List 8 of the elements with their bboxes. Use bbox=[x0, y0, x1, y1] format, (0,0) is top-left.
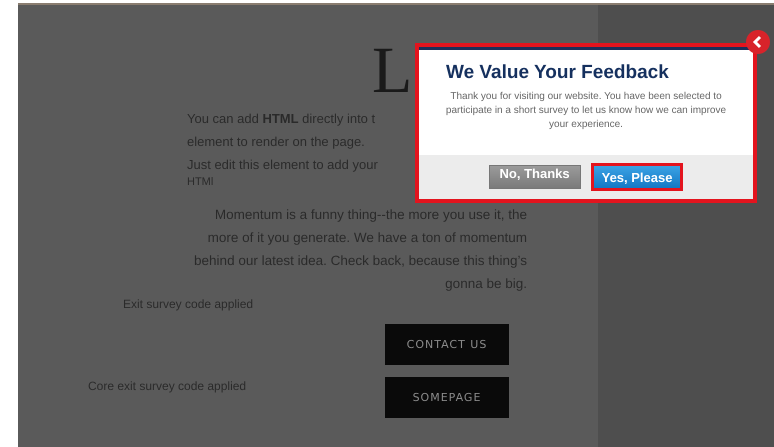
dialog-button[interactable]: Yes, Please bbox=[590, 163, 684, 191]
dialog-title: We Value Your Feedback bbox=[446, 62, 669, 84]
dialog-button[interactable]: No, Thanks bbox=[488, 165, 581, 189]
page-heading: L bbox=[372, 35, 412, 107]
dialog-message: Thank you for visiting our website. You have been selected to participate in a short survey to let us know how we can improve your experience. bbox=[444, 90, 728, 132]
close-icon[interactable] bbox=[746, 30, 770, 54]
page-button[interactable]: SOMEPAGE bbox=[385, 377, 509, 418]
page-button[interactable]: CONTACT US bbox=[385, 324, 509, 365]
